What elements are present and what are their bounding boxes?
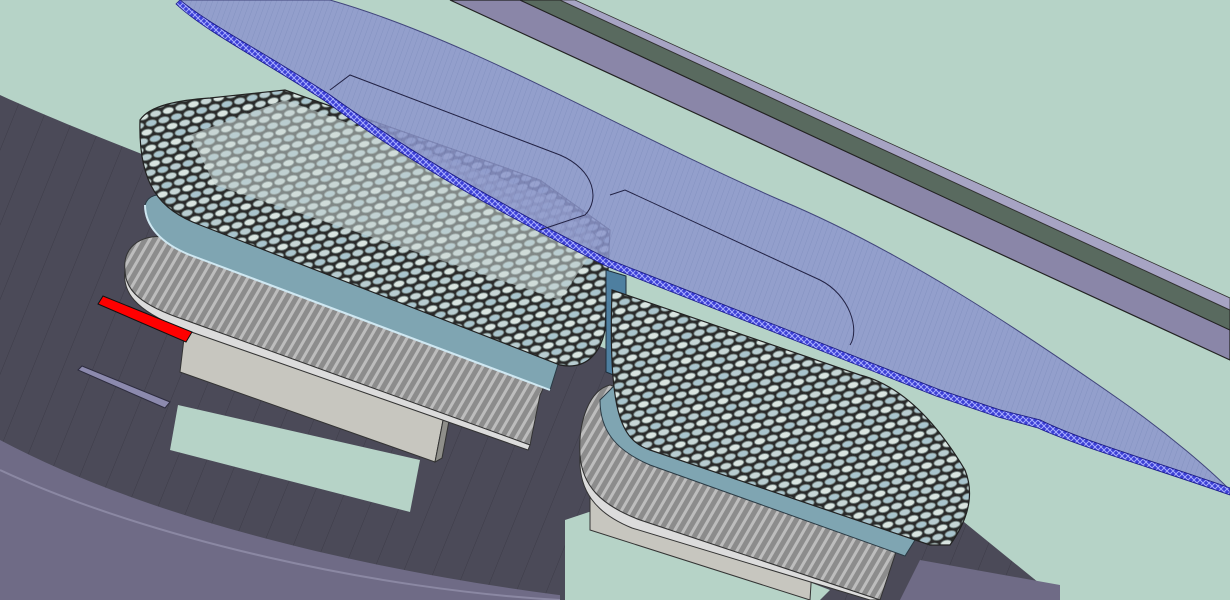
model-viewport[interactable] <box>0 0 1230 600</box>
